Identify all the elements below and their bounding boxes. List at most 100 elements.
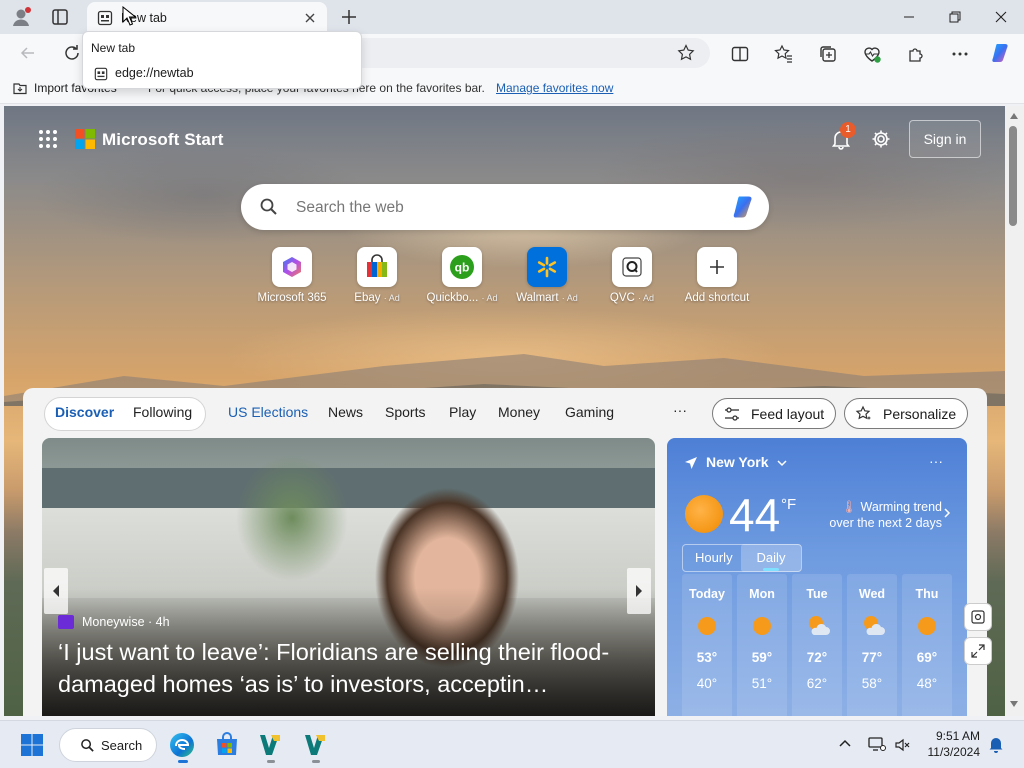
forecast-day[interactable]: Today 53° 40° [682, 574, 732, 716]
tab-gaming[interactable]: Gaming [565, 404, 614, 420]
add-favorite-star-icon[interactable] [677, 44, 695, 62]
weather-card[interactable]: New York ··· 44 °F 🌡 Warming trend over … [667, 438, 967, 716]
profile-icon[interactable] [10, 6, 32, 28]
browser-essentials-icon[interactable] [862, 44, 882, 64]
copilot-search-icon[interactable] [731, 193, 759, 221]
walmart-spark-icon [527, 247, 567, 287]
web-search-box[interactable]: Search the web [241, 184, 769, 230]
forecast-high: 77° [861, 650, 883, 665]
tab-sports[interactable]: Sports [385, 404, 425, 420]
daily-tab-indicator [763, 568, 779, 571]
forecast-day[interactable]: Mon 59° 51° [737, 574, 787, 716]
forecast-day[interactable]: Wed 77° 58° [847, 574, 897, 716]
tab-discover[interactable]: Discover [55, 404, 114, 420]
thermometer-icon: 🌡 [841, 500, 857, 514]
forecast-high: 59° [751, 650, 773, 665]
scroll-down-arrow-icon[interactable] [1009, 700, 1019, 708]
search-input[interactable]: Search the web [296, 199, 404, 217]
tab-money[interactable]: Money [498, 404, 540, 420]
shortcut-walmart[interactable]: Walmart · Ad [504, 247, 590, 304]
carousel-next-button[interactable] [627, 568, 651, 614]
partly-cloudy-icon [806, 615, 830, 637]
chevron-down-icon[interactable] [776, 457, 788, 469]
weather-more-button[interactable]: ··· [929, 453, 943, 469]
close-window-button[interactable] [978, 0, 1024, 34]
forecast-high: 53° [696, 650, 718, 665]
taskbar-search-button[interactable]: Search [59, 728, 157, 762]
import-favorites-icon[interactable] [12, 80, 28, 96]
new-tab-button[interactable] [338, 6, 360, 28]
hero-article-card[interactable]: Moneywise · 4h ‘I just want to leave’: F… [42, 438, 655, 716]
chevron-right-icon[interactable] [942, 508, 952, 518]
shortcut-qvc[interactable]: QVC · Ad [589, 247, 675, 304]
close-tab-icon[interactable] [303, 11, 317, 25]
weather-trend[interactable]: 🌡 Warming trend over the next 2 days [827, 499, 942, 531]
partly-cloudy-icon [861, 615, 885, 637]
location-arrow-icon [684, 456, 698, 470]
minimize-button[interactable] [886, 0, 932, 34]
visual-search-icon[interactable] [964, 603, 992, 631]
tab-play[interactable]: Play [449, 404, 476, 420]
tooltip-url: edge://newtab [115, 66, 194, 80]
notification-bell-icon[interactable] [988, 735, 1004, 753]
qvc-icon [612, 247, 652, 287]
shortcut-quickbooks[interactable]: qb Quickbo... · Ad [419, 247, 505, 304]
brand-title[interactable]: Microsoft Start [102, 130, 223, 150]
feed-layout-button[interactable]: Feed layout [712, 398, 836, 429]
sparkle-star-icon [855, 405, 873, 423]
shortcut-label: Ebay [354, 292, 381, 304]
forecast-high: 69° [916, 650, 938, 665]
shortcut-label: Add shortcut [684, 292, 750, 304]
favorites-icon[interactable] [774, 44, 794, 64]
carousel-previous-button[interactable] [44, 568, 68, 614]
weather-location[interactable]: New York [706, 454, 769, 470]
collections-icon[interactable] [818, 44, 838, 64]
edge-browser-icon[interactable] [168, 731, 196, 759]
extensions-icon[interactable] [906, 44, 926, 64]
windows-start-icon[interactable] [20, 733, 44, 757]
volume-muted-icon[interactable] [894, 737, 910, 753]
article-headline[interactable]: ‘I just want to leave’: Floridians are s… [58, 636, 643, 700]
active-app-indicator [178, 760, 188, 763]
shortcut-microsoft-365[interactable]: Microsoft 365 [249, 247, 335, 304]
show-hidden-icons-chevron-up-icon[interactable] [838, 737, 852, 751]
refresh-button[interactable] [62, 43, 82, 63]
tab-us-elections[interactable]: US Elections [228, 404, 308, 420]
page-settings-gear-icon[interactable] [870, 128, 892, 150]
tab-actions-icon[interactable] [50, 7, 70, 27]
app-launcher-icon[interactable] [38, 129, 58, 149]
forecast-day-name: Tue [806, 587, 828, 601]
network-icon[interactable] [868, 736, 886, 752]
scroll-up-arrow-icon[interactable] [1009, 112, 1019, 120]
running-app-indicator [312, 760, 320, 763]
sun-icon [916, 615, 938, 637]
scrollbar-thumb[interactable] [1009, 126, 1017, 226]
expand-icon[interactable] [964, 637, 992, 665]
copilot-icon[interactable] [990, 41, 1014, 65]
split-screen-icon[interactable] [730, 44, 750, 64]
restore-button[interactable] [932, 0, 978, 34]
settings-more-icon[interactable] [950, 44, 970, 64]
back-button[interactable] [18, 43, 38, 63]
forecast-low: 48° [916, 676, 938, 691]
add-shortcut-button[interactable]: Add shortcut [674, 247, 760, 304]
tab-title: New tab [121, 11, 167, 25]
manage-favorites-link[interactable]: Manage favorites now [496, 81, 613, 95]
ad-tag: · Ad [383, 293, 400, 303]
tab-news[interactable]: News [328, 404, 363, 420]
tab-following[interactable]: Following [133, 404, 192, 420]
app-v-icon[interactable] [257, 731, 285, 759]
personalize-button[interactable]: Personalize [844, 398, 968, 429]
taskbar-time[interactable]: 9:51 AM [924, 729, 980, 743]
forecast-day[interactable]: Tue 72° 62° [792, 574, 842, 716]
sign-in-button[interactable]: Sign in [909, 120, 981, 158]
app-v-icon[interactable] [302, 731, 330, 759]
forecast-day[interactable]: Thu 69° 48° [902, 574, 952, 716]
shortcut-ebay[interactable]: Ebay · Ad [334, 247, 420, 304]
more-tabs-button[interactable]: ··· [673, 402, 687, 418]
hourly-tab[interactable]: Hourly [695, 550, 733, 565]
taskbar-date[interactable]: 11/3/2024 [922, 745, 981, 759]
temperature-unit[interactable]: °F [781, 496, 796, 513]
ebay-bag-icon [357, 247, 397, 287]
microsoft-store-icon[interactable] [213, 731, 241, 759]
